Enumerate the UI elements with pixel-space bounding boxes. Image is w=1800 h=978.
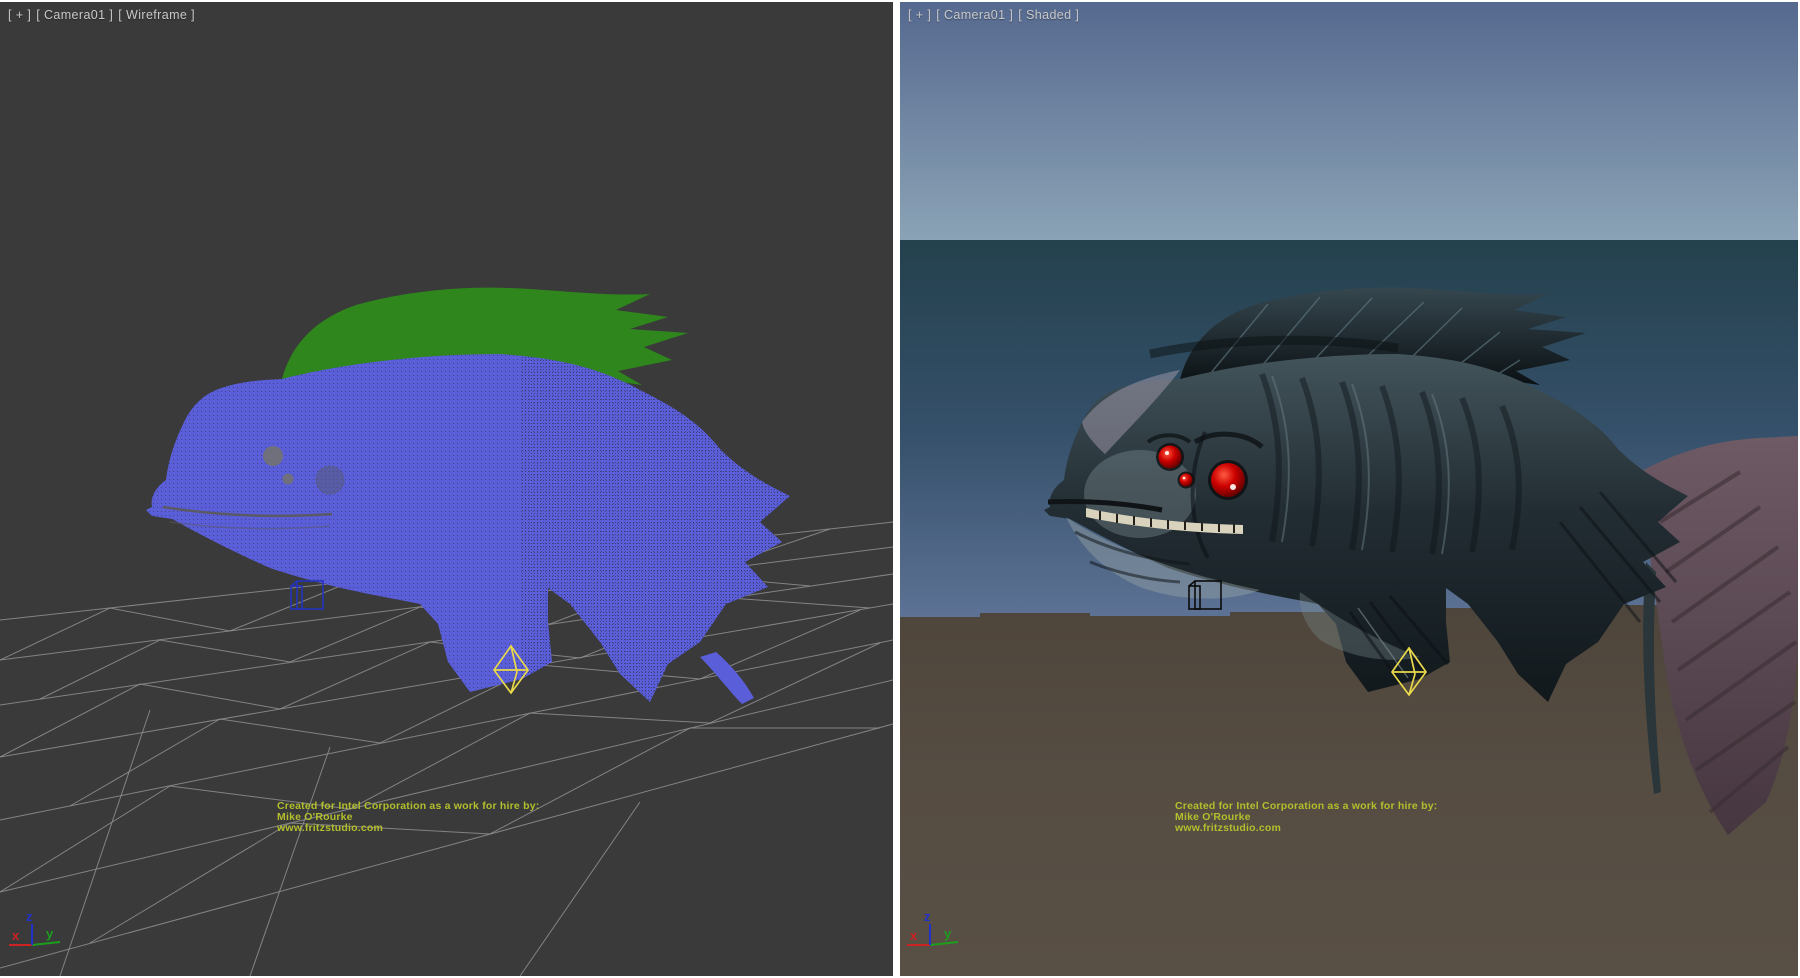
fish-fin-fragment — [700, 652, 754, 704]
viewport-shading-button[interactable]: [ Shaded ] — [1018, 8, 1079, 22]
fish-wireframe[interactable] — [146, 288, 800, 722]
axis-z-label: z — [26, 909, 33, 924]
sky — [900, 2, 1798, 240]
watermark-line: www.fritzstudio.com — [1175, 823, 1475, 834]
viewport-camera-button[interactable]: [ Camera01 ] — [36, 8, 113, 22]
viewport-label: [ + ] [ Camera01 ] [ Shaded ] — [908, 8, 1079, 22]
axis-y-label: y — [944, 926, 952, 941]
watermark: Created for Intel Corporation as a work … — [277, 801, 577, 834]
axis-x-label: x — [12, 928, 20, 943]
fish-stipple-dense — [520, 332, 800, 722]
viewport-expand-button[interactable]: [ + ] — [8, 8, 31, 22]
axis-x-label: x — [910, 928, 918, 943]
viewport-shaded[interactable]: x y z [ + ] [ Camera01 ] [ Shaded ] Crea… — [900, 2, 1798, 976]
viewport-camera-button[interactable]: [ Camera01 ] — [936, 8, 1013, 22]
viewport-label: [ + ] [ Camera01 ] [ Wireframe ] — [8, 8, 195, 22]
axis-z-label: z — [924, 909, 931, 924]
axis-gizmo: x y z — [9, 909, 60, 945]
fish-eye — [1211, 463, 1245, 497]
watermark-line: www.fritzstudio.com — [277, 823, 577, 834]
fish-eye — [1180, 474, 1193, 487]
fish-eye — [1159, 446, 1182, 469]
viewport-splitter[interactable] — [893, 0, 900, 978]
viewport-expand-button[interactable]: [ + ] — [908, 8, 931, 22]
viewport-wireframe[interactable]: x y z [ + ] [ Camera01 ] [ Wireframe ] C… — [0, 2, 893, 976]
viewport-shading-button[interactable]: [ Wireframe ] — [118, 8, 195, 22]
axis-y-label: y — [46, 926, 54, 941]
watermark: Created for Intel Corporation as a work … — [1175, 801, 1475, 834]
